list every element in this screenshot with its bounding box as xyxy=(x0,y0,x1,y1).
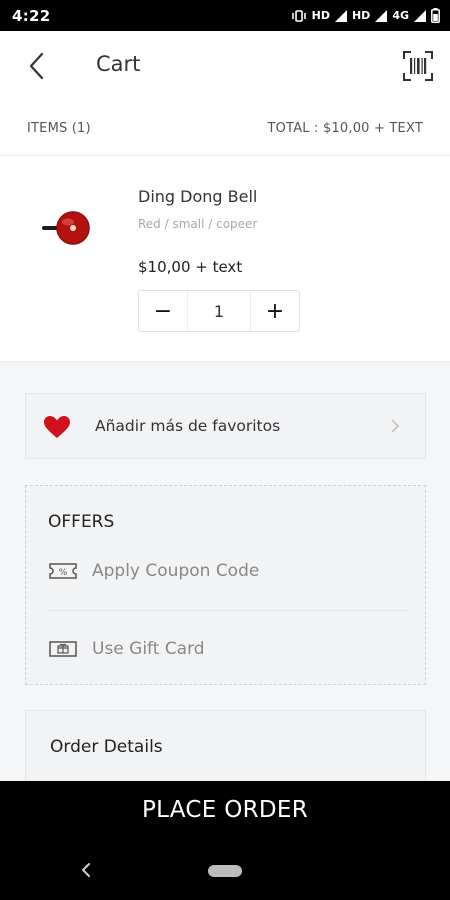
app-header: Cart xyxy=(0,31,450,101)
place-order-button[interactable]: PLACE ORDER xyxy=(0,781,450,839)
chevron-right-icon xyxy=(391,419,400,433)
use-gift-card-button[interactable]: Use Gift Card xyxy=(48,629,408,669)
order-details-title: Order Details xyxy=(50,737,163,757)
apply-coupon-button[interactable]: % Apply Coupon Code xyxy=(48,551,408,591)
barcode-scan-button[interactable] xyxy=(402,50,434,82)
quantity-value: 1 xyxy=(187,291,251,331)
battery-icon xyxy=(431,8,440,23)
offers-divider xyxy=(48,610,408,611)
system-home-pill[interactable] xyxy=(208,865,242,877)
system-nav-bar xyxy=(0,839,450,900)
status-icons: HD HD 4G xyxy=(291,8,440,23)
network-label: HD xyxy=(311,9,330,22)
coupon-icon: % xyxy=(49,563,77,579)
page-title: Cart xyxy=(96,52,141,76)
product-variant: Red / small / copeer xyxy=(138,217,258,231)
signal-icon xyxy=(414,9,426,22)
product-image[interactable] xyxy=(38,207,94,249)
offers-title: OFFERS xyxy=(48,512,115,532)
status-time: 4:22 xyxy=(12,6,51,25)
product-name[interactable]: Ding Dong Bell xyxy=(138,187,257,206)
decrease-quantity-button[interactable]: − xyxy=(139,291,187,331)
quantity-stepper: − 1 + xyxy=(138,290,300,332)
svg-text:%: % xyxy=(59,568,68,578)
network-label: HD xyxy=(351,9,371,22)
gift-card-icon xyxy=(49,641,77,657)
signal-icon xyxy=(334,9,347,22)
items-count: ITEMS (1) xyxy=(27,121,91,136)
chevron-left-icon xyxy=(29,52,44,80)
status-bar: 4:22 HD HD 4G xyxy=(0,0,450,31)
signal-icon xyxy=(375,9,388,22)
cart-summary: ITEMS (1) TOTAL : $10,00 + TEXT xyxy=(0,101,450,156)
heart-icon xyxy=(44,416,70,438)
increase-quantity-button[interactable]: + xyxy=(251,291,299,331)
barcode-scan-icon xyxy=(403,51,433,81)
favorites-label: Añadir más de favoritos xyxy=(95,417,281,435)
offers-section: OFFERS % Apply Coupon Code Use Gift Card xyxy=(25,485,426,685)
back-button[interactable] xyxy=(22,51,50,81)
gift-card-label: Use Gift Card xyxy=(92,639,205,659)
coupon-label: Apply Coupon Code xyxy=(92,561,260,581)
product-price: $10,00 + text xyxy=(138,258,243,276)
cart-total: TOTAL : $10,00 + TEXT xyxy=(267,121,423,136)
network-label: 4G xyxy=(392,9,409,22)
system-back-icon[interactable] xyxy=(78,861,94,879)
add-from-favorites-row[interactable]: Añadir más de favoritos xyxy=(25,393,426,459)
vibrate-icon xyxy=(291,9,306,22)
cart-item: Ding Dong Bell Red / small / copeer $10,… xyxy=(0,157,450,362)
bicycle-bell-image xyxy=(42,211,90,245)
